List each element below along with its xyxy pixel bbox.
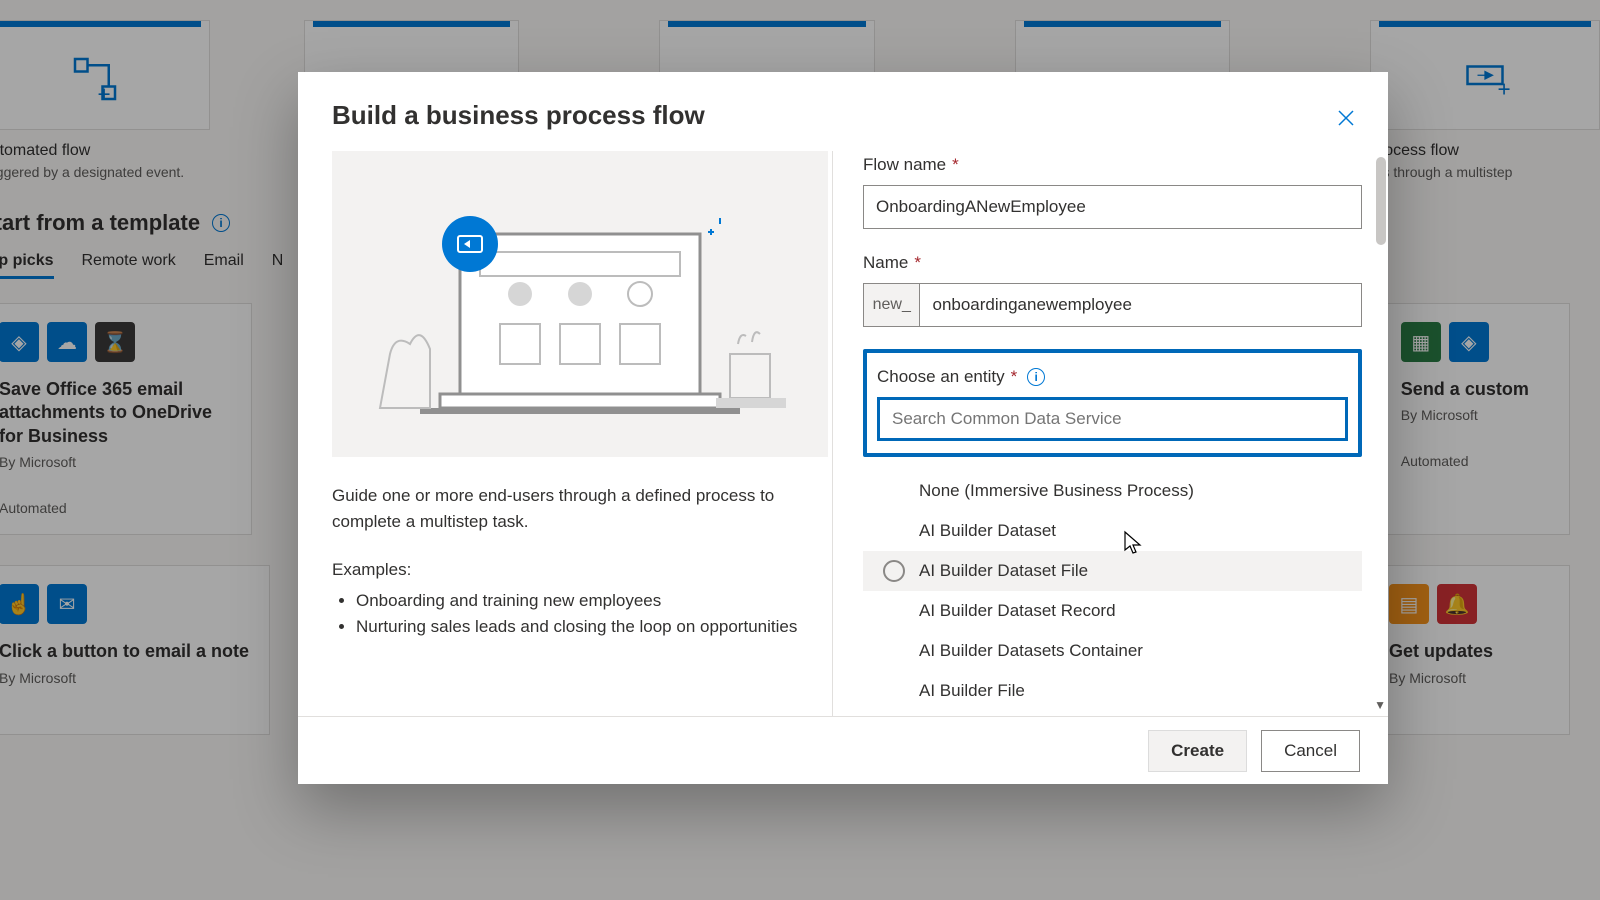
build-flow-dialog: Build a business process flow (298, 72, 1388, 784)
entity-option[interactable]: AI Builder Dataset (863, 511, 1362, 551)
dialog-form-pane: Flow name* Name* new_ Choose an entity* … (832, 151, 1388, 716)
illustration (332, 151, 828, 457)
dialog-description: Guide one or more end-users through a de… (332, 483, 802, 536)
dialog-title: Build a business process flow (298, 72, 1388, 131)
entity-dropdown: None (Immersive Business Process) AI Bui… (863, 471, 1362, 716)
scrollbar[interactable] (1376, 157, 1386, 245)
flow-name-input[interactable] (863, 185, 1362, 229)
entity-search-input[interactable] (877, 397, 1348, 441)
close-button[interactable] (1330, 102, 1362, 134)
dialog-left-pane: Guide one or more end-users through a de… (332, 151, 832, 716)
dialog-footer: Create Cancel (298, 716, 1388, 784)
radio-icon (883, 560, 905, 582)
name-prefix: new_ (863, 283, 919, 327)
entity-option[interactable]: AI Builder Dataset Record (863, 591, 1362, 631)
name-input[interactable] (919, 283, 1362, 327)
entity-option[interactable]: AI Builder File Attached Data (863, 711, 1362, 716)
info-icon[interactable]: i (1027, 368, 1045, 386)
examples-label: Examples: (332, 560, 802, 580)
close-icon (1338, 110, 1354, 126)
entity-option[interactable]: AI Builder Dataset File (863, 551, 1362, 591)
scroll-down-arrow[interactable]: ▼ (1374, 698, 1386, 712)
entity-option[interactable]: AI Builder File (863, 671, 1362, 711)
entity-section-highlight: Choose an entity* i (863, 349, 1362, 457)
examples-list: Onboarding and training new employees Nu… (356, 588, 802, 641)
entity-option[interactable]: AI Builder Datasets Container (863, 631, 1362, 671)
flow-name-label: Flow name* (863, 155, 1362, 175)
entity-label: Choose an entity* i (877, 367, 1348, 387)
cancel-button[interactable]: Cancel (1261, 730, 1360, 772)
create-button[interactable]: Create (1148, 730, 1247, 772)
example-item: Onboarding and training new employees (356, 588, 802, 614)
entity-option[interactable]: None (Immersive Business Process) (863, 471, 1362, 511)
example-item: Nurturing sales leads and closing the lo… (356, 614, 802, 640)
name-label: Name* (863, 253, 1362, 273)
